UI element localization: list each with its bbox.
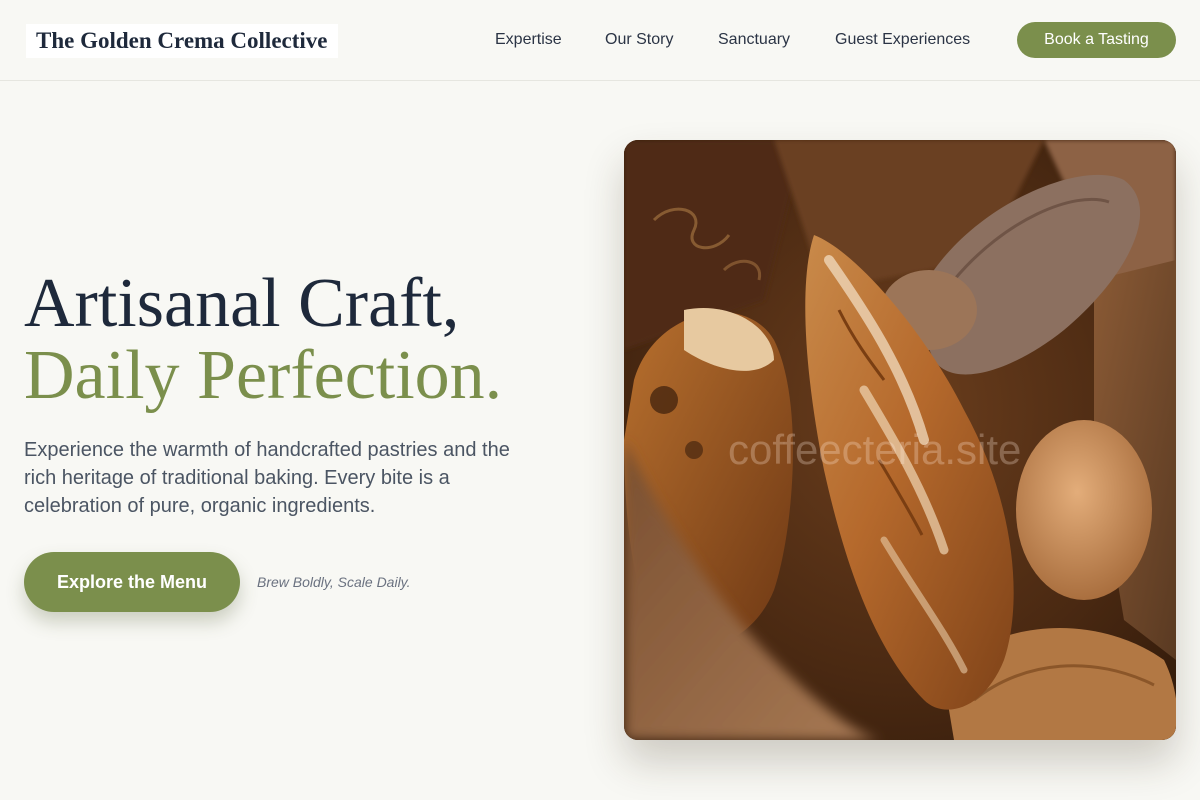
hero-title-line-2: Daily Perfection. (24, 337, 503, 414)
hero-title-line-1: Artisanal Craft, (24, 265, 460, 342)
nav-link-our-story[interactable]: Our Story (605, 29, 673, 51)
hero-title: Artisanal Craft, Daily Perfection. (24, 268, 584, 412)
hero-tagline: Brew Boldly, Scale Daily. (257, 574, 411, 590)
book-tasting-button[interactable]: Book a Tasting (1017, 22, 1176, 58)
image-watermark: coffeecteria.site (728, 426, 1022, 473)
hero-bread-image: coffeecteria.site (624, 140, 1176, 740)
explore-menu-button[interactable]: Explore the Menu (24, 552, 240, 612)
nav-link-expertise[interactable]: Expertise (495, 29, 562, 51)
site-header: The Golden Crema Collective Expertise Ou… (0, 0, 1200, 81)
nav-link-sanctuary[interactable]: Sanctuary (718, 29, 790, 51)
hero-description: Experience the warmth of handcrafted pas… (24, 439, 510, 517)
nav-link-guest-experiences[interactable]: Guest Experiences (835, 29, 970, 51)
